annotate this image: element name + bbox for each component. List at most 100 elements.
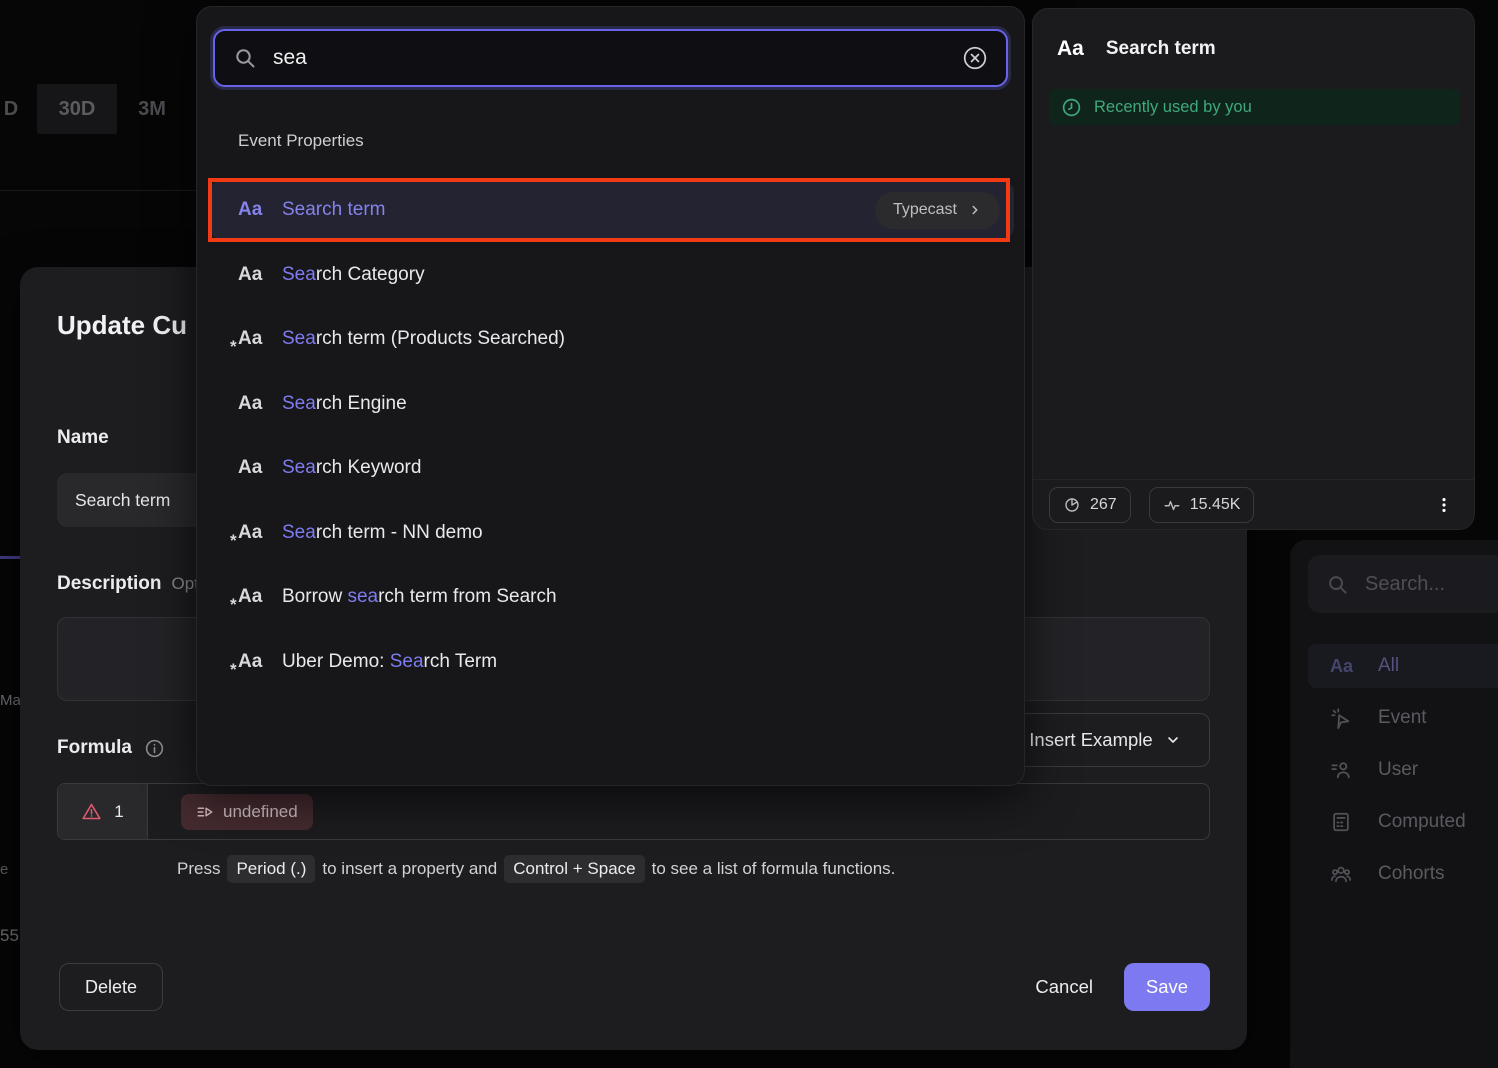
circle-x-icon	[962, 45, 988, 71]
sidebar-item-event[interactable]: Event	[1308, 696, 1498, 740]
property-detail-panel: Aa Search term Recently used by you 267 1…	[1032, 8, 1475, 530]
property-search-box	[213, 29, 1008, 87]
property-result-row[interactable]: Aa* Search Category	[209, 246, 1014, 304]
detail-footer: 267 15.45K	[1033, 479, 1474, 529]
cancel-button[interactable]: Cancel	[1035, 976, 1093, 998]
custom-property-star: *	[230, 660, 237, 680]
custom-property-star: *	[230, 531, 237, 551]
modal-title: Update Cu	[57, 310, 187, 341]
pie-stat-pill[interactable]: 267	[1049, 487, 1131, 523]
property-search-popover: Event Properties Aa* Search term Typecas…	[196, 6, 1025, 786]
activity-icon	[1163, 496, 1181, 514]
sidebar-item-label: All	[1378, 655, 1399, 677]
event-icon	[1330, 707, 1352, 729]
stat-value: 267	[1090, 496, 1117, 514]
sidebar-search-input[interactable]	[1365, 573, 1485, 596]
sidebar-search-box	[1308, 555, 1498, 613]
search-icon	[1326, 573, 1349, 596]
kbd-control-space: Control + Space	[504, 855, 644, 883]
property-name: Search Keyword	[282, 457, 421, 479]
property-name: Borrow search term from Search	[282, 586, 557, 608]
property-search-input[interactable]	[273, 46, 962, 70]
property-result-row[interactable]: Aa* Search term (Products Searched)	[209, 310, 1014, 368]
typecast-token-icon	[196, 803, 214, 821]
property-result-row[interactable]: Aa* Uber Demo: Search Term	[209, 633, 1014, 691]
text-property-icon: Aa	[1057, 37, 1084, 61]
property-name: Search Category	[282, 264, 425, 286]
text-property-icon: Aa*	[238, 522, 268, 544]
modal-footer: Delete Cancel Save	[59, 963, 1210, 1011]
detail-header: Aa Search term	[1057, 37, 1216, 61]
property-result-row[interactable]: Aa* Search term - NN demo	[209, 504, 1014, 562]
info-icon[interactable]	[144, 738, 165, 759]
property-result-row[interactable]: Aa* Search Keyword	[209, 439, 1014, 497]
time-tab-30d[interactable]: 30D	[37, 84, 117, 134]
axis-label-fragment: 55	[0, 926, 19, 946]
delete-button[interactable]: Delete	[59, 963, 163, 1011]
text-property-icon: Aa*	[238, 457, 268, 479]
property-name: Search term - NN demo	[282, 522, 483, 544]
formula-hint: Press Period (.) to insert a property an…	[177, 855, 895, 883]
time-tab-3m[interactable]: 3M	[117, 84, 187, 134]
recently-used-label: Recently used by you	[1094, 98, 1252, 117]
activity-stat-pill[interactable]: 15.45K	[1149, 487, 1255, 523]
kbd-period: Period (.)	[227, 855, 315, 883]
sidebar-item-computed[interactable]: Computed	[1308, 800, 1498, 844]
recently-used-badge: Recently used by you	[1049, 89, 1460, 125]
custom-property-star: *	[230, 337, 237, 357]
sidebar-item-all[interactable]: Aa All	[1308, 644, 1498, 688]
more-options-button[interactable]	[1430, 491, 1458, 519]
sidebar-item-label: User	[1378, 759, 1418, 781]
sidebar-item-label: Computed	[1378, 811, 1466, 833]
property-result-row[interactable]: Aa* Search term Typecast	[209, 181, 1014, 239]
sidebar-item-label: Cohorts	[1378, 863, 1445, 885]
section-header-event-properties: Event Properties	[238, 131, 364, 151]
sidebar-item-label: Event	[1378, 707, 1427, 729]
insert-example-button[interactable]: Insert Example	[1000, 713, 1210, 767]
text-property-icon: Aa*	[238, 393, 268, 415]
custom-property-star: *	[230, 595, 237, 615]
kebab-menu-icon	[1434, 495, 1454, 515]
pie-chart-icon	[1063, 496, 1081, 514]
text-property-icon: Aa*	[238, 264, 268, 286]
typecast-button[interactable]: Typecast	[875, 192, 1000, 229]
formula-editor-row: 1 undefined	[57, 783, 1210, 840]
text-property-icon: Aa*	[238, 651, 268, 673]
formula-error-indicator[interactable]: 1	[58, 784, 148, 839]
sidebar-item-user[interactable]: User	[1308, 748, 1498, 792]
computed-icon	[1330, 811, 1352, 833]
clear-search-button[interactable]	[962, 45, 988, 71]
search-icon	[233, 46, 257, 70]
sidebar-item-cohorts[interactable]: Cohorts	[1308, 852, 1498, 896]
stat-value: 15.45K	[1190, 496, 1241, 514]
axis-label-fragment: e	[0, 861, 8, 878]
property-title: Search term	[1106, 38, 1216, 60]
formula-label: Formula	[57, 737, 165, 759]
text-property-icon: Aa*	[238, 328, 268, 350]
property-type-sidebar: Aa All Event User Computed Cohorts	[1290, 540, 1498, 1068]
property-result-row[interactable]: Aa* Borrow search term from Search	[209, 568, 1014, 626]
property-name: Search term	[282, 199, 385, 221]
property-results-list: Aa* Search term Typecast Aa* Search Cate…	[209, 181, 1014, 697]
undefined-property-token[interactable]: undefined	[181, 794, 313, 830]
chevron-right-icon	[968, 203, 982, 217]
time-range-tabs: D 30D 3M	[0, 84, 187, 134]
sidebar-filter-list: Aa All Event User Computed Cohorts	[1308, 644, 1498, 904]
error-count: 1	[114, 802, 123, 822]
property-name: Search Engine	[282, 393, 407, 415]
text-property-icon: Aa*	[238, 199, 268, 221]
user-icon	[1330, 759, 1352, 781]
formula-input[interactable]: undefined	[148, 784, 1209, 839]
text-property-icon: Aa	[1330, 656, 1354, 677]
warning-icon	[81, 801, 102, 822]
text-property-icon: Aa*	[238, 586, 268, 608]
property-name: Uber Demo: Search Term	[282, 651, 497, 673]
property-result-row[interactable]: Aa* Search Engine	[209, 375, 1014, 433]
cohorts-icon	[1330, 863, 1352, 885]
chevron-down-icon	[1165, 732, 1181, 748]
save-button[interactable]: Save	[1124, 963, 1210, 1011]
clock-icon	[1061, 97, 1082, 118]
time-tab-cut[interactable]: D	[0, 84, 22, 134]
name-label: Name	[57, 427, 109, 449]
property-name: Search term (Products Searched)	[282, 328, 565, 350]
